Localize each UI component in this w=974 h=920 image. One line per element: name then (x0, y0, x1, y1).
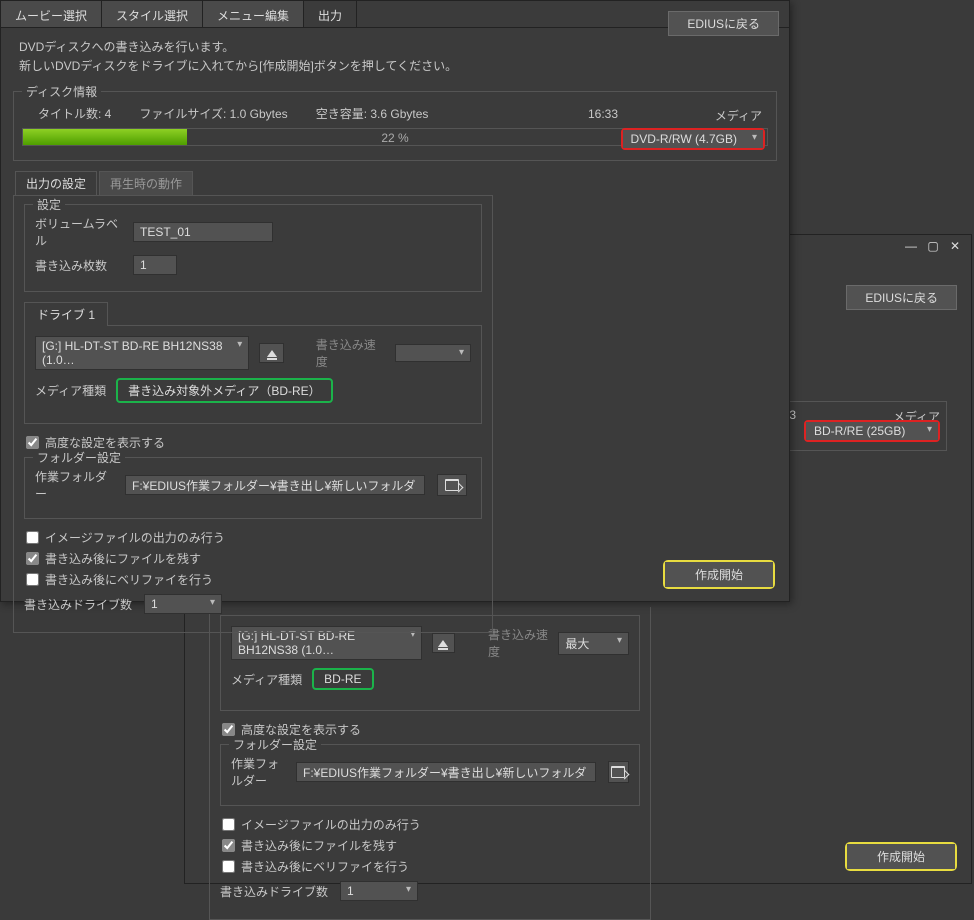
minimize-icon[interactable]: — (903, 239, 919, 253)
disk-info-fieldset: ディスク情報 タイトル数: 4 ファイルサイズ: 1.0 Gbytes 空き容量… (13, 91, 777, 161)
folder-settings-fieldset: フォルダー設定 作業フォルダー (220, 744, 640, 806)
image-only-checkbox[interactable] (26, 531, 39, 544)
progress-text: 22 % (381, 131, 408, 145)
close-icon[interactable]: ✕ (947, 239, 963, 253)
media-type-value: BD-RE (314, 670, 371, 688)
write-drive-count-select[interactable]: 1 (340, 881, 418, 901)
eject-button[interactable] (432, 633, 454, 653)
progress-bar-wrap: 22 % DVD-R/RW (4.7GB) (22, 128, 768, 146)
window-dvd: ムービー選択 スタイル選択 メニュー編集 出力 EDIUSに戻る DVDディスク… (0, 0, 790, 602)
disk-info-legend: ディスク情報 (22, 83, 101, 100)
folder-icon (445, 479, 459, 491)
volume-label-label: ボリュームラベル (35, 215, 121, 249)
maximize-icon[interactable]: ▢ (925, 239, 941, 253)
folder-settings-fieldset: フォルダー設定 作業フォルダー (24, 457, 482, 519)
work-folder-label: 作業フォルダー (35, 468, 113, 502)
media-select-highlight: DVD-R/RW (4.7GB) (621, 128, 765, 150)
folder-settings-legend: フォルダー設定 (33, 449, 125, 466)
subtab-playback[interactable]: 再生時の動作 (99, 171, 193, 195)
media-select[interactable]: BD-R/RE (25GB) (806, 422, 938, 440)
volume-label-input[interactable] (133, 222, 273, 242)
sub-tabstrip: 出力の設定 再生時の動作 (15, 171, 789, 195)
write-speed-label: 書き込み速度 (488, 626, 548, 660)
work-folder-label: 作業フォルダー (231, 755, 284, 789)
media-type-highlight: BD-RE (312, 668, 373, 690)
write-count-input[interactable] (133, 255, 177, 275)
image-only-label: イメージファイルの出力のみ行う (241, 816, 421, 833)
tab-output[interactable]: 出力 (304, 1, 357, 27)
eject-button[interactable] (259, 343, 284, 363)
keep-file-label: 書き込み後にファイルを残す (241, 837, 397, 854)
image-only-checkbox[interactable] (222, 818, 235, 831)
drive-tab-1[interactable]: ドライブ 1 (24, 302, 108, 326)
write-speed-select[interactable] (395, 344, 471, 362)
write-drive-count-label: 書き込みドライブ数 (220, 883, 328, 900)
settings-fieldset: 設定 ボリュームラベル 書き込み枚数 (24, 204, 482, 292)
media-type-value: 書き込み対象外メディア（BD-RE） (118, 380, 331, 401)
write-speed-label: 書き込み速度 (316, 336, 385, 370)
work-folder-input[interactable] (296, 762, 596, 782)
output-settings-panel: 設定 ボリュームラベル 書き込み枚数 ドライブ 1 [G:] HL-DT-ST … (13, 195, 493, 633)
folder-settings-legend: フォルダー設定 (229, 736, 321, 753)
free-space: 空き容量: 3.6 Gbytes (316, 105, 429, 122)
tab-movie[interactable]: ムービー選択 (1, 1, 102, 27)
drive-panel: [G:] HL-DT-ST BD-RE BH12NS38 (1.0… 書き込み速… (24, 325, 482, 424)
description-line1: DVDディスクへの書き込みを行います。 (19, 38, 771, 57)
titles-count: タイトル数: 4 (38, 105, 111, 122)
verify-label: 書き込み後にベリファイを行う (241, 858, 409, 875)
write-speed-select[interactable]: 最大 (558, 632, 629, 655)
progress-bar-fill (23, 129, 187, 145)
start-button-highlight: 作成開始 (663, 560, 775, 589)
start-button-highlight: 作成開始 (845, 842, 957, 871)
media-label: メディア (715, 107, 762, 124)
back-to-edius-button[interactable]: EDIUSに戻る (846, 285, 957, 310)
settings-legend: 設定 (33, 196, 65, 213)
work-folder-input[interactable] (125, 475, 425, 495)
eject-icon (267, 350, 277, 357)
image-only-label: イメージファイルの出力のみ行う (45, 529, 225, 546)
start-button[interactable]: 作成開始 (665, 562, 773, 587)
tab-menu[interactable]: メニュー編集 (203, 1, 304, 27)
advanced-checkbox[interactable] (26, 436, 39, 449)
start-button[interactable]: 作成開始 (847, 844, 955, 869)
description: DVDディスクへの書き込みを行います。 新しいDVDディスクをドライブに入れてか… (1, 28, 789, 83)
keep-file-label: 書き込み後にファイルを残す (45, 550, 201, 567)
media-type-label: メディア種類 (231, 671, 302, 688)
verify-checkbox[interactable] (222, 860, 235, 873)
media-select[interactable]: DVD-R/RW (4.7GB) (623, 130, 763, 148)
back-to-edius-button[interactable]: EDIUSに戻る (668, 11, 779, 36)
write-drive-count-label: 書き込みドライブ数 (24, 596, 132, 613)
advanced-checkbox[interactable] (222, 723, 235, 736)
drive-select[interactable]: [G:] HL-DT-ST BD-RE BH12NS38 (1.0… (35, 336, 249, 370)
file-size: ファイルサイズ: 1.0 Gbytes (139, 105, 287, 122)
time-label: 16:33 (588, 107, 618, 121)
media-select-highlight: BD-R/RE (25GB) (804, 420, 940, 442)
media-type-label: メディア種類 (35, 382, 106, 399)
description-line2: 新しいDVDディスクをドライブに入れてから[作成開始]ボタンを押してください。 (19, 57, 771, 76)
folder-icon (611, 766, 625, 778)
window-controls: — ▢ ✕ (903, 239, 963, 253)
verify-checkbox[interactable] (26, 573, 39, 586)
keep-file-checkbox[interactable] (26, 552, 39, 565)
media-type-highlight: 書き込み対象外メディア（BD-RE） (116, 378, 333, 403)
write-drive-count-select[interactable]: 1 (144, 594, 222, 614)
browse-folder-button[interactable] (437, 474, 467, 496)
verify-label: 書き込み後にベリファイを行う (45, 571, 213, 588)
tab-style[interactable]: スタイル選択 (102, 1, 203, 27)
eject-icon (438, 640, 448, 647)
keep-file-checkbox[interactable] (222, 839, 235, 852)
write-count-label: 書き込み枚数 (35, 257, 121, 274)
browse-folder-button[interactable] (608, 761, 629, 783)
subtab-output-settings[interactable]: 出力の設定 (15, 171, 97, 195)
